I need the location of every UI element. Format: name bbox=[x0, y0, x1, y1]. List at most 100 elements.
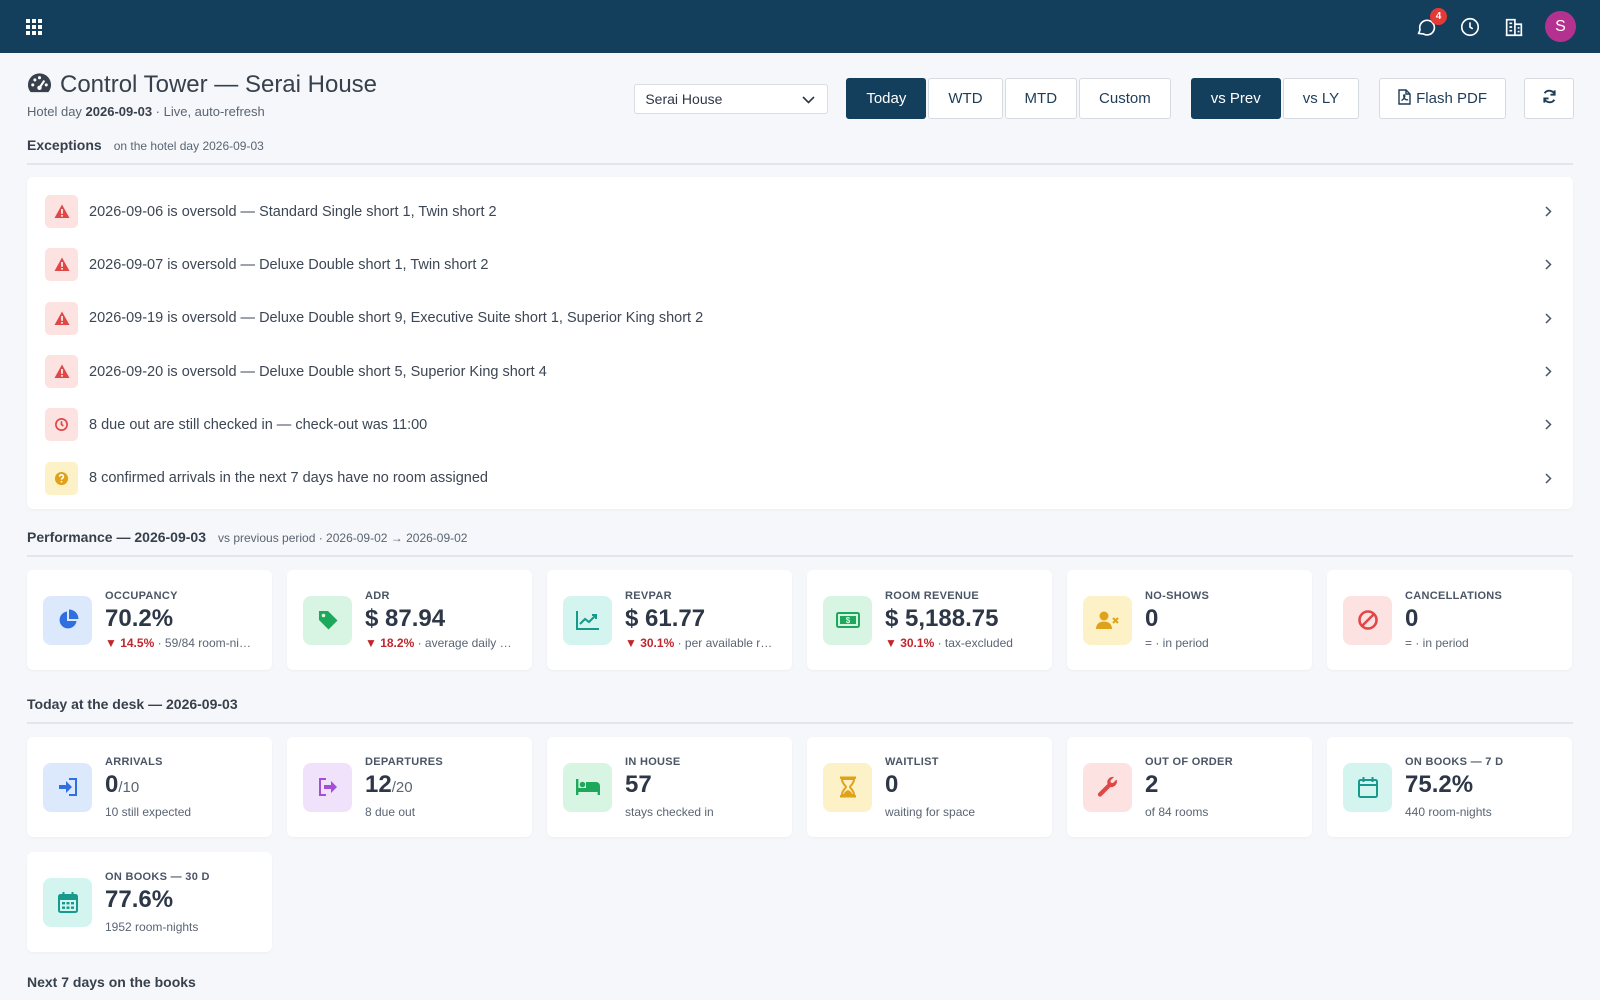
exception-item[interactable]: 2026-09-07 is oversold — Deluxe Double s… bbox=[45, 238, 1555, 291]
kpi-label: ADR bbox=[365, 590, 390, 602]
hotel-select[interactable]: Serai House bbox=[634, 83, 829, 114]
performance-section-header: Performance — 2026-09-03 vs previous per… bbox=[27, 529, 1573, 557]
desk-cards-row-2: On Books — 30 D 77.6% 1952 room-nights bbox=[27, 852, 1573, 952]
section-title: Exceptions bbox=[27, 137, 102, 153]
calendar-icon bbox=[1343, 762, 1392, 812]
kpi-label: Waitlist bbox=[885, 755, 939, 768]
sign-in-icon bbox=[43, 762, 92, 812]
warning-icon bbox=[45, 248, 78, 282]
clock-icon[interactable] bbox=[1457, 14, 1483, 40]
top-bar: 4 S bbox=[0, 0, 1600, 53]
kpi-footnote: of 84 rooms bbox=[1145, 804, 1209, 819]
kpi-denominator: /20 bbox=[391, 778, 413, 796]
kpi-label: RevPAR bbox=[625, 590, 672, 602]
kpi-footnote: = · in period bbox=[1405, 636, 1469, 650]
exception-item[interactable]: 2026-09-19 is oversold — Deluxe Double s… bbox=[45, 292, 1555, 345]
kpi-value: $ 87.94 bbox=[365, 605, 446, 632]
section-subtitle: on the hotel day 2026-09-03 bbox=[113, 139, 264, 153]
refresh-button[interactable] bbox=[1524, 78, 1574, 119]
section-subtitle: vs previous period · 2026-09-02 → 2026-0… bbox=[218, 531, 468, 545]
exception-item[interactable]: 2026-09-06 is oversold — Standard Single… bbox=[45, 185, 1555, 238]
sign-out-icon bbox=[303, 762, 352, 812]
kpi-card-revpar[interactable]: RevPAR $ 61.77 ▼ 30.1% · per available r… bbox=[547, 570, 792, 670]
kpi-card-no-shows[interactable]: No-shows 0 = · in period bbox=[1067, 570, 1312, 670]
kpi-delta: ▼ 30.1% bbox=[625, 636, 675, 650]
desk-card-on-books-7-d[interactable]: On Books — 7 D 75.2% 440 room-nights bbox=[1327, 737, 1572, 837]
desk-card-arrivals[interactable]: Arrivals 0/10 10 still expected bbox=[27, 737, 272, 837]
chevron-down-icon bbox=[802, 91, 815, 107]
desk-section-header: Today at the desk — 2026-09-03 bbox=[27, 696, 1573, 724]
kpi-footnote: ▼ 30.1% · per available room bbox=[625, 636, 775, 650]
desk-card-on-books-30-d[interactable]: On Books — 30 D 77.6% 1952 room-nights bbox=[27, 852, 272, 952]
chat-icon[interactable]: 4 bbox=[1413, 7, 1447, 40]
clock-icon bbox=[45, 408, 78, 442]
kpi-card-cancellations[interactable]: Cancellations 0 = · in period bbox=[1327, 570, 1572, 670]
kpi-delta: ▼ 14.5% bbox=[105, 636, 155, 650]
kpi-footnote: waiting for space bbox=[885, 804, 976, 819]
kpi-value: 12/20 bbox=[365, 770, 413, 798]
kpi-value: 0 bbox=[1405, 605, 1419, 632]
hourglass-icon bbox=[823, 762, 872, 812]
desk-card-waitlist[interactable]: Waitlist 0 waiting for space bbox=[807, 737, 1052, 837]
exceptions-section-header: Exceptions on the hotel day 2026-09-03 bbox=[27, 137, 1573, 165]
chevron-right-icon bbox=[1541, 206, 1555, 217]
kpi-label: Arrivals bbox=[105, 755, 163, 768]
desk-cards: Arrivals 0/10 10 still expected Departur… bbox=[27, 737, 1573, 837]
kpi-card-occupancy[interactable]: Occupancy 70.2% ▼ 14.5% · 59/84 room-nig… bbox=[27, 570, 272, 670]
kpi-delta: ▼ 30.1% bbox=[885, 636, 935, 650]
kpi-label: Occupancy bbox=[105, 590, 178, 602]
kpi-footnote: ▼ 14.5% · 59/84 room-nights bbox=[105, 636, 255, 650]
tab-custom[interactable]: Custom bbox=[1079, 78, 1171, 119]
tab-vs-prev[interactable]: vs Prev bbox=[1190, 78, 1281, 119]
desk-card-in-house[interactable]: In House 57 stays checked in bbox=[547, 737, 792, 837]
kpi-footnote: stays checked in bbox=[625, 804, 714, 819]
exception-text: 2026-09-07 is oversold — Deluxe Double s… bbox=[89, 256, 489, 273]
compare-tabs: vs Prev vs LY bbox=[1190, 78, 1361, 119]
flash-pdf-button[interactable]: Flash PDF bbox=[1379, 78, 1506, 119]
kpi-label: In House bbox=[625, 755, 681, 768]
exception-item[interactable]: 8 due out are still checked in — check-o… bbox=[45, 398, 1555, 451]
user-x-icon bbox=[1083, 595, 1132, 645]
chevron-right-icon bbox=[1541, 473, 1555, 484]
kpi-footnote: ▼ 18.2% · average daily rate bbox=[365, 636, 515, 650]
refresh-icon bbox=[1542, 89, 1557, 109]
desk-card-out-of-order[interactable]: Out of Order 2 of 84 rooms bbox=[1067, 737, 1312, 837]
kpi-value: 0 bbox=[885, 770, 899, 798]
performance-cards: Occupancy 70.2% ▼ 14.5% · 59/84 room-nig… bbox=[27, 570, 1573, 670]
chevron-right-icon bbox=[1541, 313, 1555, 324]
kpi-value: $ 5,188.75 bbox=[885, 605, 999, 632]
kpi-label: Out of Order bbox=[1145, 755, 1233, 768]
kpi-label: On Books — 7 D bbox=[1405, 755, 1504, 768]
kpi-value: 57 bbox=[625, 770, 652, 798]
kpi-label: Departures bbox=[365, 755, 443, 768]
apps-grid-icon[interactable] bbox=[24, 17, 44, 37]
tab-wtd[interactable]: WTD bbox=[928, 78, 1003, 119]
calendar-grid-icon bbox=[43, 877, 92, 927]
exceptions-list: 2026-09-06 is oversold — Standard Single… bbox=[27, 177, 1573, 509]
next-7-days-title: Next 7 days on the books bbox=[27, 974, 196, 990]
page-header: Control Tower — Serai House Hotel day 20… bbox=[27, 71, 1574, 137]
pie-chart-icon bbox=[43, 595, 92, 645]
tag-icon bbox=[303, 595, 352, 645]
svg-text:$: $ bbox=[845, 616, 850, 625]
bed-icon bbox=[563, 762, 612, 812]
kpi-footnote: 1952 room-nights bbox=[105, 919, 199, 934]
exception-text: 8 confirmed arrivals in the next 7 days … bbox=[89, 470, 488, 487]
avatar[interactable]: S bbox=[1545, 11, 1576, 42]
warning-icon bbox=[45, 355, 78, 389]
exception-text: 2026-09-06 is oversold — Standard Single… bbox=[89, 203, 497, 220]
exception-item[interactable]: 2026-09-20 is oversold — Deluxe Double s… bbox=[45, 345, 1555, 398]
desk-card-departures[interactable]: Departures 12/20 8 due out bbox=[287, 737, 532, 837]
page-title: Control Tower — Serai House bbox=[60, 71, 378, 98]
building-icon[interactable] bbox=[1501, 14, 1527, 40]
tab-today[interactable]: Today bbox=[846, 78, 927, 119]
exception-item[interactable]: 8 confirmed arrivals in the next 7 days … bbox=[45, 451, 1555, 504]
trend-icon bbox=[563, 595, 612, 645]
tab-vs-ly[interactable]: vs LY bbox=[1282, 78, 1360, 119]
kpi-card-room-revenue[interactable]: $ Room Revenue $ 5,188.75 ▼ 30.1% · tax-… bbox=[807, 570, 1052, 670]
chevron-right-icon bbox=[1541, 419, 1555, 430]
tab-mtd[interactable]: MTD bbox=[1004, 78, 1078, 119]
kpi-denominator: /10 bbox=[118, 778, 140, 796]
kpi-card-adr[interactable]: ADR $ 87.94 ▼ 18.2% · average daily rate bbox=[287, 570, 532, 670]
page-subtitle: Hotel day 2026-09-03 · Live, auto-refres… bbox=[27, 104, 265, 119]
